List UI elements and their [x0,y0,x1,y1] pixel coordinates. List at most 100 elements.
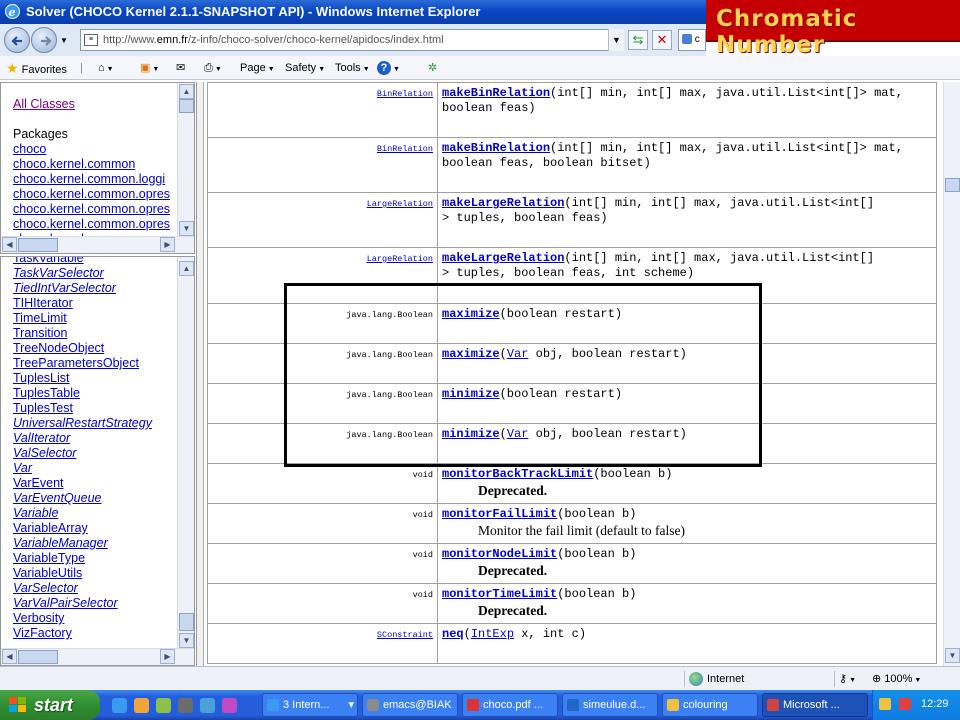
classes-vertical-scrollbar[interactable]: ▲ ▼ [177,257,194,649]
url-dropdown-button[interactable]: ▼ [608,29,624,51]
package-link[interactable]: choco.kernel.common [13,157,170,172]
refresh-button[interactable]: ⇆ [628,30,648,50]
quicklaunch-ie-icon[interactable] [112,698,127,713]
quicklaunch-firefox-icon[interactable] [134,698,149,713]
print-button[interactable]: ⎙ ▼ [204,60,222,76]
class-link[interactable]: VariableManager [13,536,152,551]
method-name-link[interactable]: makeBinRelation [442,86,550,100]
quicklaunch-app-icon[interactable] [156,698,171,713]
hscroll-thumb[interactable] [18,238,58,252]
param-type-link[interactable]: Var [507,347,529,361]
package-link[interactable]: choco.kernel.common.opres [13,202,170,217]
class-link[interactable]: VariableUtils [13,566,152,581]
method-name-link[interactable]: neq [442,627,464,641]
method-name-link[interactable]: makeLargeRelation [442,196,564,210]
class-link[interactable]: VariableArray [13,521,152,536]
scroll-thumb[interactable] [179,99,194,113]
scroll-down-icon[interactable]: ▼ [179,633,194,648]
scroll-left-icon[interactable]: ◀ [2,237,17,252]
package-link[interactable]: choco.kernel.common.opres [13,217,170,232]
class-link[interactable]: Verbosity [13,611,152,626]
class-link[interactable]: VarEvent [13,476,152,491]
method-name-link[interactable]: monitorFailLimit [442,507,557,521]
package-link[interactable]: choco.kernel.common.opres [13,187,170,202]
scroll-left-icon[interactable]: ◀ [2,649,17,664]
main-vertical-scrollbar[interactable]: ▼ [943,82,960,666]
method-name-link[interactable]: maximize [442,347,500,361]
stop-button[interactable]: ✕ [652,30,672,50]
scroll-up-icon[interactable]: ▲ [179,84,194,99]
quicklaunch-media-icon[interactable] [222,698,237,713]
tray-network-icon[interactable] [879,698,891,710]
quicklaunch-terminal-icon[interactable] [178,698,193,713]
return-type[interactable]: BinRelation [207,82,438,138]
tray-security-icon[interactable] [899,698,911,710]
return-type[interactable]: SConstraint [207,623,438,664]
start-button[interactable]: start [0,690,100,720]
search-input[interactable]: c [678,29,706,51]
param-type-link[interactable]: Var [507,427,529,441]
return-type[interactable]: LargeRelation [207,192,438,248]
param-type-link[interactable]: IntExp [471,627,514,641]
class-link[interactable]: Transition [13,326,152,341]
packages-vertical-scrollbar[interactable]: ▲ ▼ [177,83,194,237]
class-link[interactable]: UniversalRestartStrategy [13,416,152,431]
taskbar-button[interactable]: emacs@BIAK [362,693,458,717]
packages-horizontal-scrollbar[interactable]: ◀ ▶ [1,236,194,253]
class-link[interactable]: VarSelector [13,581,152,596]
favorites-button[interactable]: ★ Favorites [6,60,67,76]
method-name-link[interactable]: monitorBackTrackLimit [442,467,593,481]
return-type[interactable]: BinRelation [207,137,438,193]
scroll-thumb[interactable] [945,178,960,192]
home-button[interactable]: ⌂ ▼ [98,60,114,76]
class-link[interactable]: TuplesList [13,371,152,386]
class-link[interactable]: TIHIterator [13,296,152,311]
taskbar-button[interactable]: choco.pdf ... [462,693,558,717]
class-link[interactable]: TreeParametersObject [13,356,152,371]
scroll-thumb[interactable] [179,613,194,631]
class-link[interactable]: TiedIntVarSelector [13,281,152,296]
class-link[interactable]: ValSelector [13,446,152,461]
scroll-right-icon[interactable]: ▶ [160,649,175,664]
scroll-up-icon[interactable]: ▲ [179,261,194,276]
taskbar-button[interactable]: colouring [662,693,758,717]
method-name-link[interactable]: monitorNodeLimit [442,547,557,561]
package-link[interactable]: choco [13,142,170,157]
class-link[interactable]: VariableType [13,551,152,566]
research-button[interactable]: ✲ [428,60,437,76]
scroll-down-icon[interactable]: ▼ [179,221,194,236]
class-link[interactable]: TaskVarSelector [13,266,152,281]
class-link[interactable]: TreeNodeObject [13,341,152,356]
history-dropdown-icon[interactable]: ▼ [60,36,68,45]
method-name-link[interactable]: monitorTimeLimit [442,587,557,601]
class-link[interactable]: TaskVariable [13,257,152,266]
class-link[interactable]: Var [13,461,152,476]
tools-menu[interactable]: Tools ▼ [335,60,370,76]
taskbar-button[interactable]: Microsoft ... [762,693,868,717]
class-link[interactable]: VizFactory [13,626,152,641]
help-button[interactable]: ? ▼ [377,60,400,76]
safety-menu[interactable]: Safety ▼ [285,60,325,76]
page-menu[interactable]: Page ▼ [240,60,275,76]
class-link[interactable]: VarValPairSelector [13,596,152,611]
class-link[interactable]: TuplesTest [13,401,152,416]
zoom-button[interactable]: ⊕ 100% ▼ [872,671,921,687]
hscroll-thumb[interactable] [18,650,58,664]
package-link[interactable]: choco.kernel.common.loggi [13,172,170,187]
scroll-right-icon[interactable]: ▶ [160,237,175,252]
method-name-link[interactable]: maximize [442,307,500,321]
scroll-down-icon[interactable]: ▼ [945,648,960,663]
class-link[interactable]: TuplesTable [13,386,152,401]
class-link[interactable]: TimeLimit [13,311,152,326]
class-link[interactable]: VarEventQueue [13,491,152,506]
frame-splitter[interactable] [197,82,204,666]
method-name-link[interactable]: minimize [442,387,500,401]
method-name-link[interactable]: makeBinRelation [442,141,550,155]
taskbar-button[interactable]: 3 Intern... ▾ [262,693,358,717]
method-name-link[interactable]: minimize [442,427,500,441]
class-link[interactable]: ValIterator [13,431,152,446]
forward-button[interactable] [31,27,57,53]
return-type[interactable]: LargeRelation [207,247,438,304]
read-mail-button[interactable]: ✉ [176,60,185,76]
method-name-link[interactable]: makeLargeRelation [442,251,564,265]
